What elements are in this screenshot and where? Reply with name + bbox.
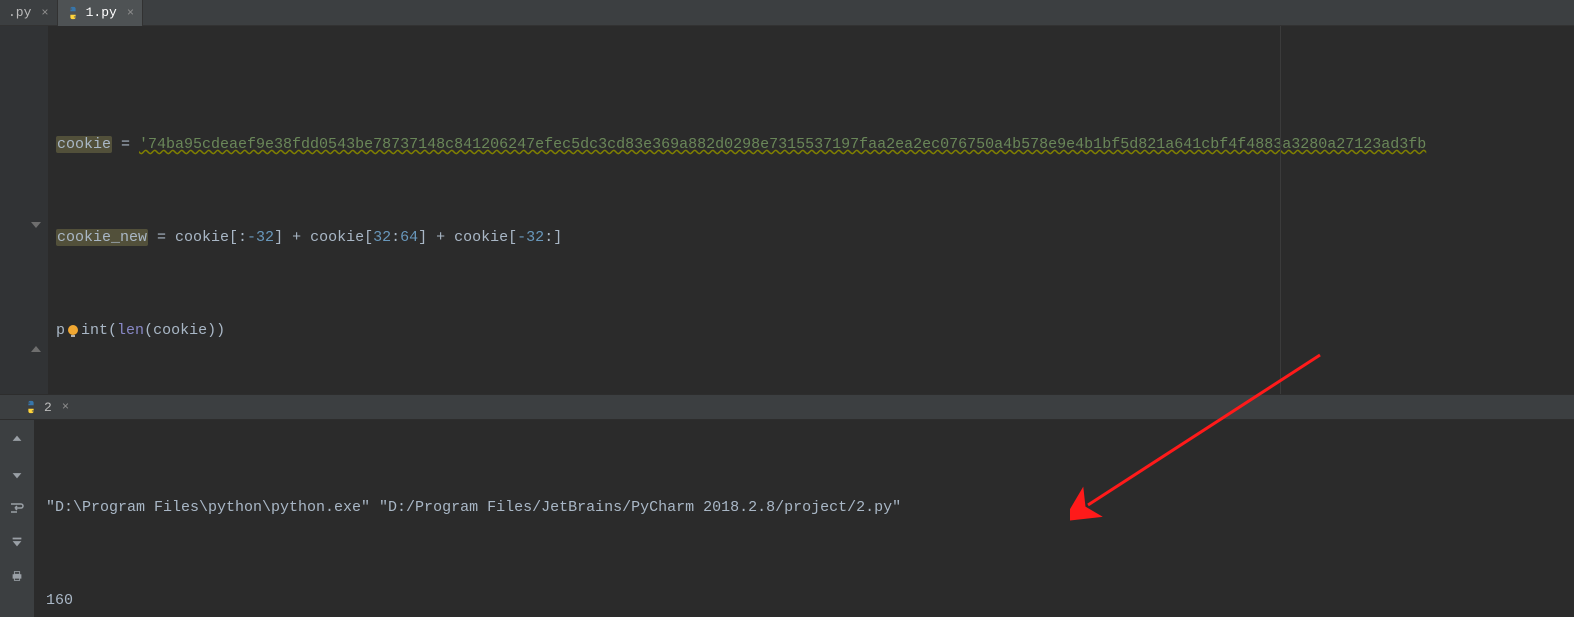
string-literal: '74ba95cdeaef9e38fdd0543be78737148c84120… bbox=[139, 136, 1426, 153]
collapse-end-icon[interactable] bbox=[28, 341, 44, 357]
console-line: "D:\Program Files\python\python.exe" "D:… bbox=[46, 492, 1562, 523]
intention-bulb-icon[interactable] bbox=[65, 320, 81, 336]
right-margin-line bbox=[1280, 26, 1281, 394]
variable-def: cookie bbox=[56, 136, 112, 153]
scroll-up-icon[interactable] bbox=[7, 430, 27, 450]
editor-tabs-bar: .py × 1.py × bbox=[0, 0, 1574, 26]
scroll-down-icon[interactable] bbox=[7, 464, 27, 484]
editor-gutter bbox=[0, 26, 48, 394]
console-output[interactable]: "D:\Program Files\python\python.exe" "D:… bbox=[34, 420, 1574, 617]
close-icon[interactable]: × bbox=[62, 400, 69, 414]
run-tab[interactable]: 2 × bbox=[24, 400, 69, 415]
soft-wrap-icon[interactable] bbox=[7, 498, 27, 518]
python-file-icon bbox=[24, 400, 38, 414]
editor-tab-py[interactable]: .py × bbox=[0, 0, 58, 26]
close-icon[interactable]: × bbox=[127, 6, 134, 20]
code-editor[interactable]: cookie = '74ba95cdeaef9e38fdd0543be78737… bbox=[0, 26, 1574, 394]
variable-def: cookie_new bbox=[56, 229, 148, 246]
code-content[interactable]: cookie = '74ba95cdeaef9e38fdd0543be78737… bbox=[48, 26, 1574, 394]
console-line: 160 bbox=[46, 585, 1562, 616]
close-icon[interactable]: × bbox=[41, 6, 48, 20]
tab-label: 1.py bbox=[86, 5, 117, 20]
collapse-icon[interactable] bbox=[28, 217, 44, 233]
scroll-to-end-icon[interactable] bbox=[7, 532, 27, 552]
console-toolbar bbox=[0, 420, 34, 617]
print-icon[interactable] bbox=[7, 566, 27, 586]
run-tab-label: 2 bbox=[44, 400, 52, 415]
python-file-icon bbox=[66, 6, 80, 20]
run-toolwindow-header: 2 × bbox=[0, 394, 1574, 420]
run-console: "D:\Program Files\python\python.exe" "D:… bbox=[0, 420, 1574, 617]
tab-label: .py bbox=[8, 5, 31, 20]
editor-tab-1py[interactable]: 1.py × bbox=[58, 0, 143, 26]
